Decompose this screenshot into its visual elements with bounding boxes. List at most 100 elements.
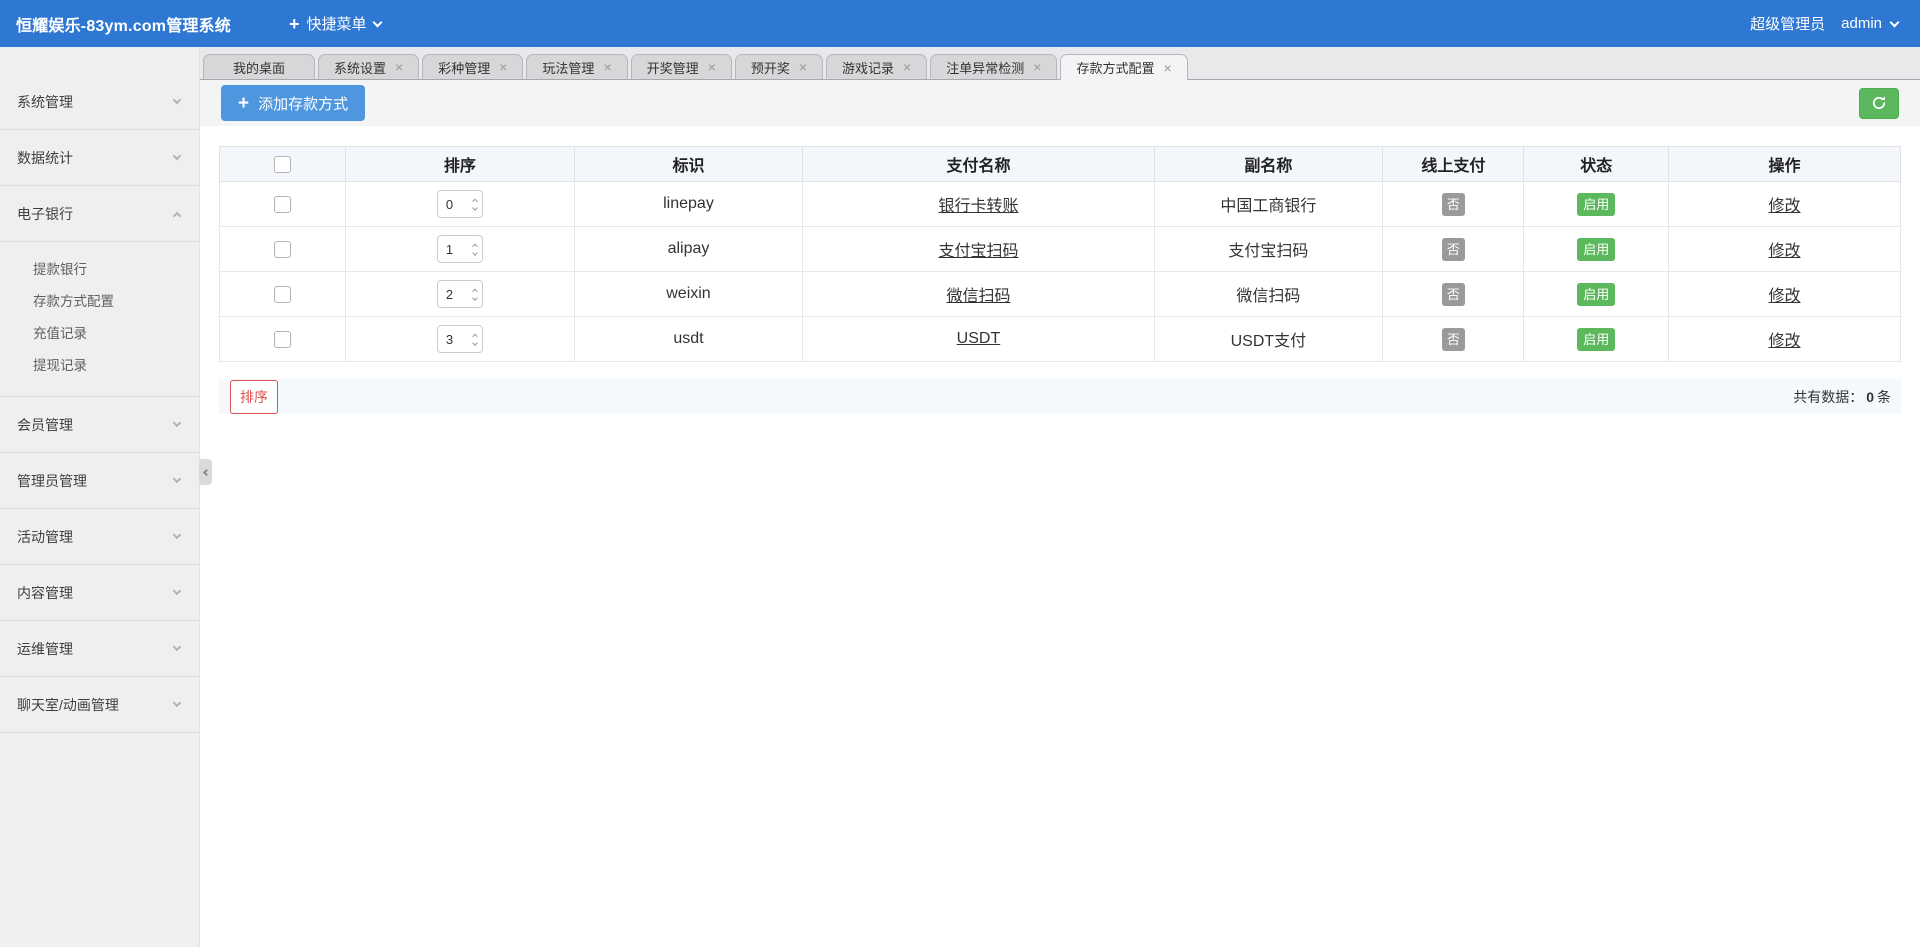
- chevron-down-icon: [172, 95, 182, 105]
- refresh-button[interactable]: [1859, 87, 1899, 119]
- chevron-down-icon: [172, 418, 182, 428]
- tab-label: 我的桌面: [233, 60, 286, 76]
- sub-name: 支付宝扫码: [1153, 226, 1384, 272]
- user-menu-button[interactable]: admin: [1841, 15, 1900, 32]
- close-icon[interactable]: ×: [903, 60, 911, 74]
- sidebar-group-0[interactable]: 系统管理: [0, 74, 199, 130]
- total-count-text: 共有数据： 0 条: [1793, 387, 1891, 407]
- plus-icon: +: [289, 13, 300, 34]
- tab-5[interactable]: 预开奖 ×: [734, 54, 824, 79]
- row-checkbox[interactable]: [274, 285, 292, 303]
- pay-code: weixin: [573, 271, 804, 317]
- close-icon[interactable]: ×: [395, 60, 403, 74]
- tab-label: 注单异常检测: [946, 60, 1025, 76]
- modify-link[interactable]: 修改: [1768, 288, 1800, 305]
- column-header-2: 支付名称: [802, 146, 1155, 182]
- sidebar-group-3[interactable]: 会员管理: [0, 397, 199, 453]
- select-all-checkbox[interactable]: [274, 155, 292, 173]
- status-badge: 启用: [1577, 192, 1616, 216]
- row-checkbox[interactable]: [274, 240, 292, 258]
- modify-link[interactable]: 修改: [1768, 243, 1800, 260]
- spinner-arrows[interactable]: [472, 333, 478, 346]
- tab-6[interactable]: 游戏记录 ×: [826, 54, 928, 79]
- tab-label: 游戏记录: [842, 60, 895, 76]
- main-panel: 我的桌面 系统设置 × 彩种管理 × 玩法管理 × 开奖管理 × 预开奖 × 游戏记录 × 注单异常检测 ×…: [200, 47, 1920, 947]
- tab-1[interactable]: 系统设置 ×: [318, 54, 420, 79]
- sort-spinner: [436, 235, 483, 263]
- sidebar-group-7[interactable]: 运维管理: [0, 621, 199, 677]
- sort-button[interactable]: 排序: [230, 379, 278, 414]
- chevron-down-icon: [172, 530, 182, 540]
- sort-input[interactable]: [445, 196, 462, 212]
- sort-spinner: [436, 280, 483, 308]
- spinner-arrows[interactable]: [472, 288, 478, 301]
- sidebar-subitem-2[interactable]: 充值记录: [0, 318, 199, 350]
- pay-name-link[interactable]: 支付宝扫码: [938, 243, 1018, 260]
- top-navbar: 恒耀娱乐-83ym.com管理系统 + 快捷菜单 超级管理员 admin: [0, 0, 1920, 47]
- close-icon[interactable]: ×: [1163, 61, 1171, 75]
- column-header-0: 排序: [345, 146, 575, 182]
- sidebar-group-label: 聊天室/动画管理: [17, 696, 119, 713]
- quick-menu-button[interactable]: + 快捷菜单: [289, 13, 382, 34]
- chevron-down-icon: [172, 474, 182, 484]
- tab-label: 系统设置: [334, 60, 387, 76]
- sidebar-group-label: 运维管理: [17, 640, 73, 657]
- sort-input[interactable]: [445, 286, 462, 302]
- tab-0[interactable]: 我的桌面: [203, 54, 316, 79]
- sidebar-group-label: 活动管理: [17, 528, 73, 545]
- sidebar-collapse-handle[interactable]: [199, 459, 212, 485]
- close-icon[interactable]: ×: [499, 60, 507, 74]
- sidebar-group-label: 内容管理: [17, 584, 73, 601]
- chevron-down-icon: [372, 17, 382, 27]
- sidebar-group-6[interactable]: 内容管理: [0, 565, 199, 621]
- sort-spinner: [436, 325, 483, 353]
- row-checkbox[interactable]: [274, 195, 292, 213]
- close-icon[interactable]: ×: [799, 60, 807, 74]
- modify-link[interactable]: 修改: [1768, 333, 1800, 350]
- main-layout: 系统管理 数据统计 电子银行 提款银行 存款方式配置 充值记录 提现记录 会员管理 管理员管理活…: [0, 47, 1920, 947]
- tab-label: 开奖管理: [646, 60, 699, 76]
- sidebar-subitem-3[interactable]: 提现记录: [0, 350, 199, 382]
- pay-name-link[interactable]: 银行卡转账: [938, 198, 1018, 215]
- sidebar-subitem-1[interactable]: 存款方式配置: [0, 286, 199, 318]
- online-pay-badge: 否: [1441, 237, 1465, 261]
- sort-input[interactable]: [445, 331, 462, 347]
- spinner-arrows[interactable]: [472, 243, 478, 256]
- tab-7[interactable]: 注单异常检测 ×: [930, 54, 1058, 79]
- add-deposit-method-button[interactable]: + 添加存款方式: [221, 85, 366, 121]
- sidebar-menu: 系统管理 数据统计 电子银行 提款银行 存款方式配置 充值记录 提现记录 会员管理 管理员管理活…: [0, 47, 199, 733]
- add-button-label: 添加存款方式: [258, 95, 349, 113]
- sidebar-group-2[interactable]: 电子银行: [0, 186, 199, 242]
- sidebar: 系统管理 数据统计 电子银行 提款银行 存款方式配置 充值记录 提现记录 会员管理 管理员管理活…: [0, 47, 212, 947]
- column-header-5: 状态: [1523, 146, 1669, 182]
- status-badge: 启用: [1577, 237, 1616, 261]
- total-unit: 条: [1877, 388, 1891, 405]
- tab-2[interactable]: 彩种管理 ×: [422, 54, 524, 79]
- table-row: alipay 支付宝扫码 支付宝扫码 否 启用 修改: [218, 226, 1902, 272]
- sidebar-submenu: 提款银行 存款方式配置 充值记录 提现记录: [0, 242, 199, 397]
- column-header-3: 副名称: [1153, 146, 1384, 182]
- sidebar-subitem-0[interactable]: 提款银行: [0, 254, 199, 286]
- close-icon[interactable]: ×: [1033, 60, 1041, 74]
- status-badge: 启用: [1577, 282, 1616, 306]
- chevron-down-icon: [172, 698, 182, 708]
- tab-4[interactable]: 开奖管理 ×: [630, 54, 732, 79]
- chevron-left-icon: [202, 468, 211, 476]
- modify-link[interactable]: 修改: [1768, 198, 1800, 215]
- tab-3[interactable]: 玩法管理 ×: [526, 54, 628, 79]
- sidebar-group-1[interactable]: 数据统计: [0, 130, 199, 186]
- sidebar-group-5[interactable]: 活动管理: [0, 509, 199, 565]
- sub-name: 中国工商银行: [1153, 181, 1384, 227]
- sidebar-group-4[interactable]: 管理员管理: [0, 453, 199, 509]
- sidebar-group-8[interactable]: 聊天室/动画管理: [0, 677, 199, 733]
- close-icon[interactable]: ×: [603, 60, 611, 74]
- sort-input[interactable]: [445, 241, 462, 257]
- pay-name-link[interactable]: USDT: [957, 330, 1001, 347]
- pay-name-link[interactable]: 微信扫码: [946, 288, 1010, 305]
- tab-8[interactable]: 存款方式配置 ×: [1060, 54, 1188, 80]
- close-icon[interactable]: ×: [708, 60, 716, 74]
- sidebar-group-label: 会员管理: [17, 416, 73, 433]
- row-checkbox[interactable]: [274, 330, 292, 348]
- spinner-arrows[interactable]: [472, 198, 478, 211]
- tab-bar: 我的桌面 系统设置 × 彩种管理 × 玩法管理 × 开奖管理 × 预开奖 × 游戏记录 × 注单异常检测 ×…: [200, 47, 1920, 80]
